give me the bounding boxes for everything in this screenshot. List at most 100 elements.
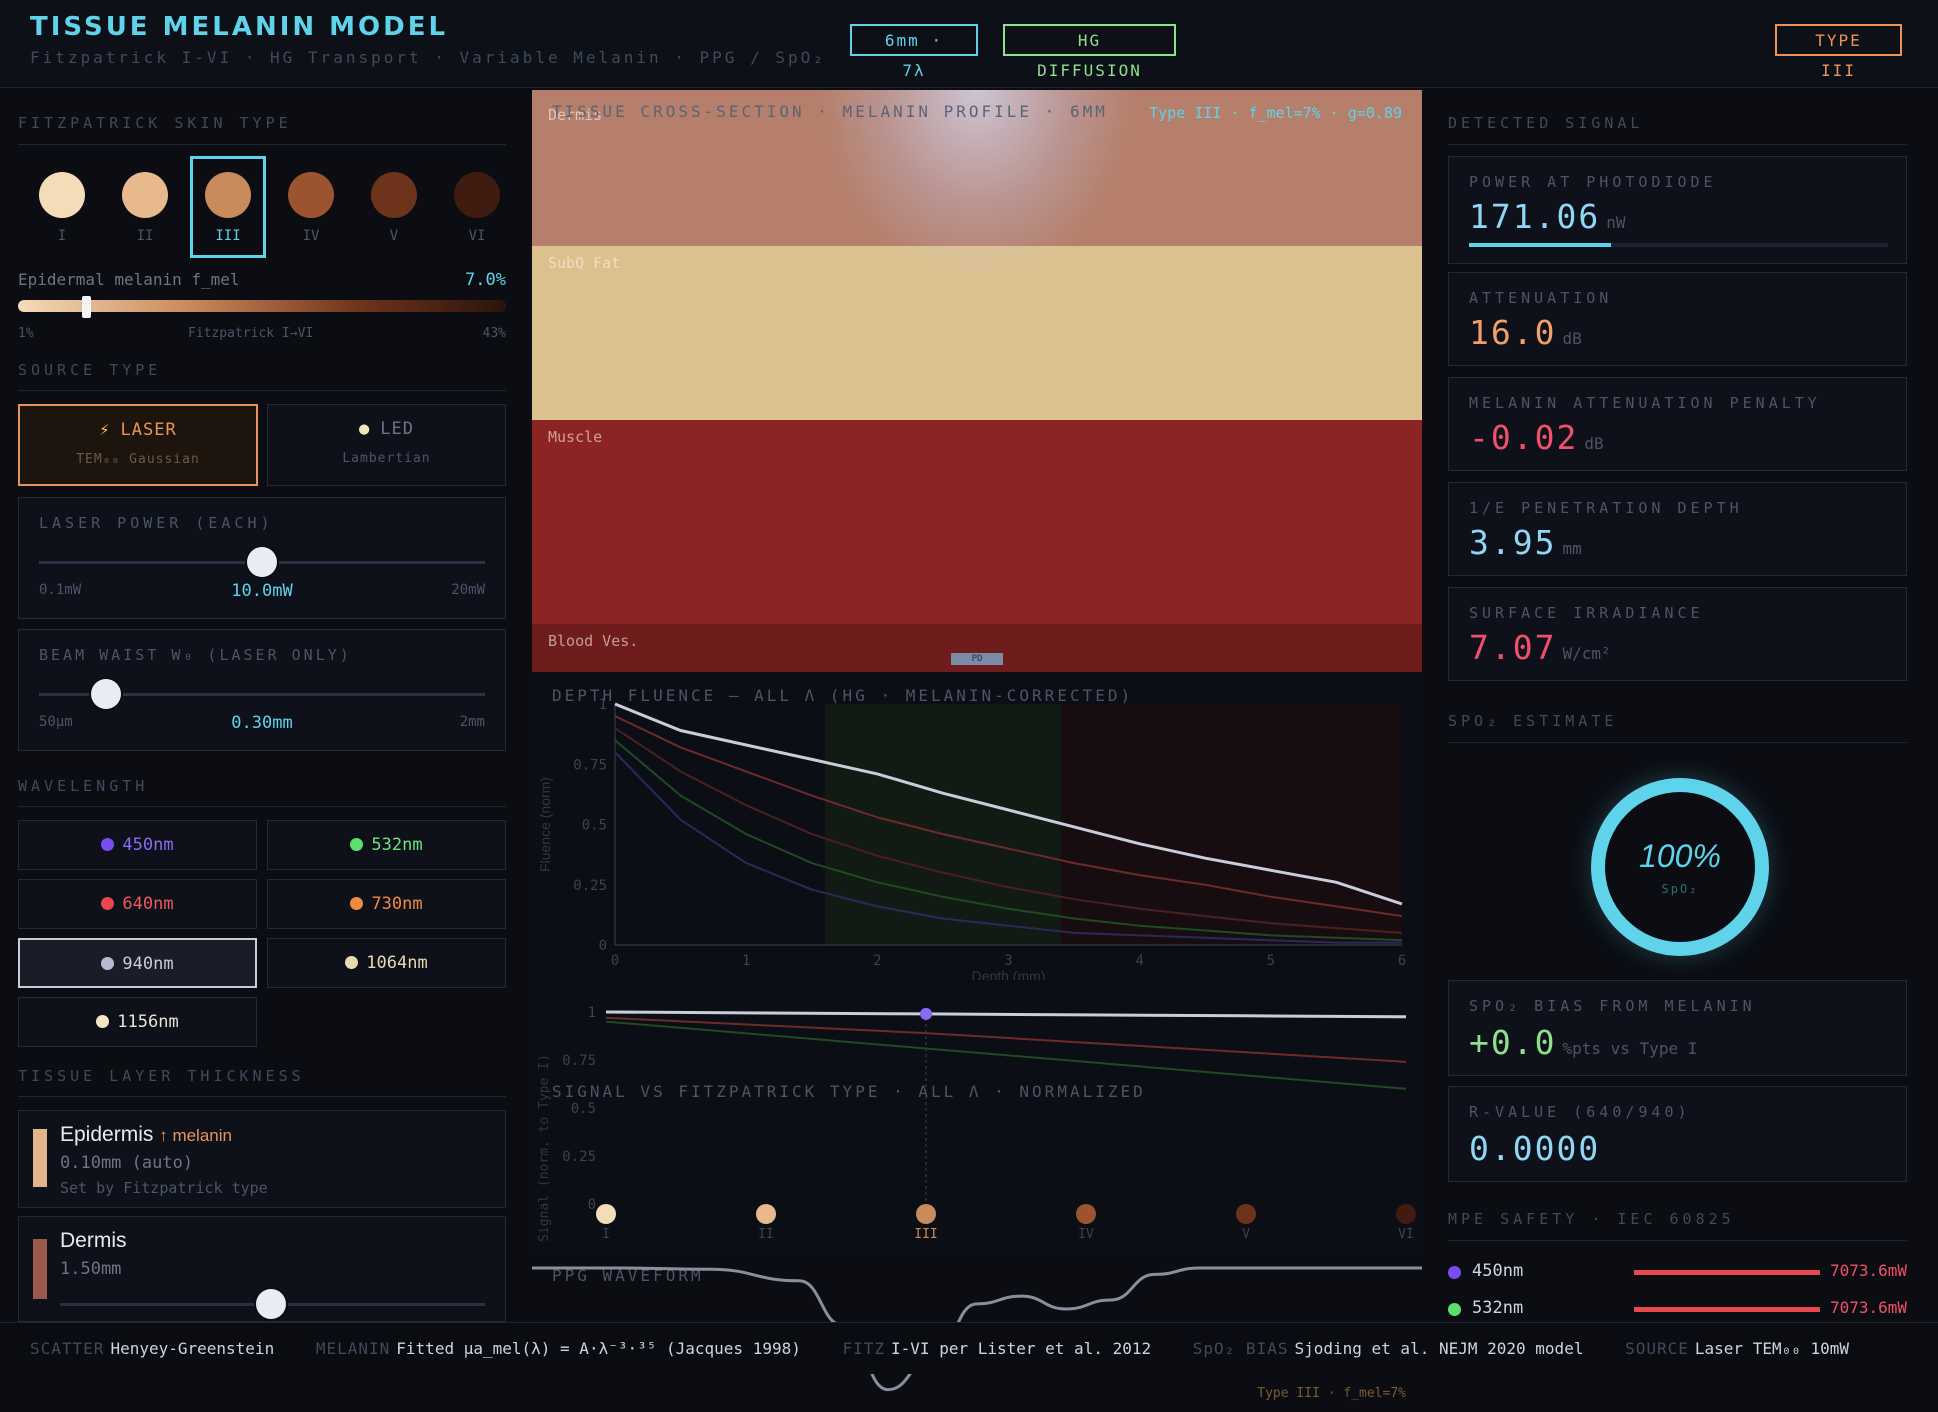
y-tick-label: 0.25: [562, 1149, 596, 1165]
type-label: IV: [1078, 1227, 1094, 1242]
epidermis-tag: ↑ melanin: [159, 1126, 232, 1145]
bias-title: SPO₂ BIAS FROM MELANIN: [1469, 997, 1756, 1015]
type-swatch-i[interactable]: [596, 1204, 616, 1224]
skin-swatch: [122, 172, 168, 218]
skin-type-i[interactable]: I: [24, 156, 100, 258]
tissue-layer-label: Blood Ves.: [548, 632, 639, 650]
divider: [1448, 1240, 1907, 1241]
y-tick-label: 0.5: [571, 1101, 596, 1117]
melanin-max: 43%: [482, 326, 506, 341]
epidermis-value: 0.10mm (auto): [60, 1153, 194, 1173]
model-badge[interactable]: HG DIFFUSION: [1003, 24, 1176, 80]
cross-section-title: TISSUE CROSS-SECTION · MELANIN PROFILE ·…: [552, 102, 1108, 121]
center-panel: EpidermisDermisSubQ FatMuscleBlood Ves. …: [532, 90, 1422, 1412]
divider: [18, 806, 506, 807]
type-badge[interactable]: TYPE III: [1775, 24, 1902, 80]
penetration-depth-card: 1/E PENETRATION DEPTH 3.95 mm: [1448, 482, 1907, 576]
wavelength-label: 450nm: [122, 835, 174, 855]
ppg-caption: Type III · f_mel=7%: [1257, 1386, 1406, 1401]
skin-type-vi[interactable]: VI: [439, 156, 515, 258]
dermis-swatch: [33, 1239, 47, 1299]
wavelength-450nm[interactable]: 450nm: [18, 820, 257, 870]
tissue-layer-label: Muscle: [548, 428, 603, 446]
fluence-chart: 1 0.75 0.5 0.25 00 1 2 3 4 5 6 Depth (mm) Fluence (n…: [537, 697, 1406, 980]
spo2-value: 100%: [1639, 838, 1721, 874]
y-tick-label: 0.75: [573, 757, 607, 773]
laser-source-button[interactable]: ⚡ LASER TEM₀₀ Gaussian: [18, 404, 258, 486]
divider: [1448, 742, 1907, 743]
wavelength-730nm[interactable]: 730nm: [267, 879, 506, 929]
mpe-row: 450nm 7073.6mW: [1448, 1258, 1907, 1288]
melanin-min: 1%: [18, 326, 34, 341]
led-sub: Lambertian: [342, 451, 431, 466]
wavelength-940nm[interactable]: 940nm: [18, 938, 257, 988]
spo2-section-title: SPO₂ ESTIMATE: [1448, 712, 1618, 730]
photodiode-marker: PD: [951, 653, 1003, 665]
spo2-sub: SpO₂: [1661, 882, 1699, 896]
spo2-gauge: 100% SpO₂: [1591, 778, 1769, 956]
skin-swatch: [454, 172, 500, 218]
type-swatch-iv[interactable]: [1076, 1204, 1096, 1224]
melanin-slider-track[interactable]: [18, 300, 506, 312]
beam-waist-card: BEAM WAIST W₀ (LASER ONLY) 50μm 0.30mm 2…: [18, 629, 506, 751]
bias-unit: %pts vs Type I: [1562, 1039, 1698, 1058]
r-value-card: R-VALUE (640/940) 0.0000: [1448, 1086, 1907, 1182]
laser-power-thumb[interactable]: [247, 547, 277, 577]
skin-type-label: V: [389, 228, 399, 244]
wavelength-color-dot: [101, 957, 115, 970]
depth-fluence-panel: DEPTH FLUENCE — ALL Λ (HG · MELANIN-CORR…: [532, 674, 1422, 980]
surface-irradiance-card: SURFACE IRRADIANCE 7.07 W/cm²: [1448, 587, 1907, 681]
wavelength-label: 730nm: [371, 894, 423, 914]
beam-waist-title: BEAM WAIST W₀ (LASER ONLY): [39, 646, 352, 664]
dermis-thumb[interactable]: [256, 1289, 286, 1319]
beam-waist-thumb[interactable]: [90, 679, 121, 709]
divider: [18, 390, 506, 391]
footer-scatter-key: SCATTER: [30, 1339, 105, 1358]
skin-type-v[interactable]: V: [356, 156, 432, 258]
skin-type-ii[interactable]: II: [107, 156, 183, 258]
type-swatch-v[interactable]: [1236, 1204, 1256, 1224]
y-tick-label: 1: [599, 697, 607, 713]
x-tick-label: 1: [742, 953, 750, 969]
tissue-cross-section: EpidermisDermisSubQ FatMuscleBlood Ves. …: [532, 90, 1422, 672]
x-tick-label: 5: [1267, 953, 1275, 969]
wavelength-532nm[interactable]: 532nm: [267, 820, 506, 870]
app-subtitle: Fitzpatrick I-VI · HG Transport · Variab…: [30, 48, 826, 67]
footer-melanin-value: Fitted μa_mel(λ) = A·λ⁻³·³⁵ (Jacques 199…: [396, 1339, 801, 1358]
melanin-label: Epidermal melanin f_mel: [18, 270, 240, 289]
wavelength-640nm[interactable]: 640nm: [18, 879, 257, 929]
attenuation-unit: dB: [1562, 329, 1582, 348]
size-badge[interactable]: 6mm · 7λ: [850, 24, 978, 80]
status-footer: SCATTER Henyey-Greenstein MELANIN Fitted μ…: [0, 1322, 1938, 1374]
melanin-slider-thumb[interactable]: [82, 296, 92, 318]
footer-bias-key: SpO₂ BIAS: [1192, 1339, 1289, 1358]
dermis-layer-card: Dermis 1.50mm: [18, 1216, 506, 1322]
type-swatch-ii[interactable]: [756, 1204, 776, 1224]
led-source-button[interactable]: ● LED Lambertian: [267, 404, 506, 486]
type-swatch-vi[interactable]: [1396, 1204, 1416, 1224]
mpe-value: 7073.6mW: [1829, 1298, 1907, 1317]
skin-type-label: VI: [468, 228, 486, 244]
y-tick-label: 0.5: [582, 818, 607, 834]
bulb-icon: ●: [359, 419, 371, 439]
dermis-value: 1.50mm: [60, 1259, 122, 1279]
power-stat-value: 171.06: [1469, 197, 1601, 236]
led-label: LED: [380, 419, 414, 439]
bias-value: +0.0: [1469, 1023, 1557, 1062]
irradiance-title: SURFACE IRRADIANCE: [1469, 604, 1704, 622]
footer-melanin-key: MELANIN: [315, 1339, 391, 1358]
penalty-unit: dB: [1584, 434, 1604, 453]
y-tick-label: 0: [599, 938, 607, 954]
laser-power-card: LASER POWER (EACH) 0.1mW 10.0mW 20mW: [18, 497, 506, 619]
y-tick-label: 0.25: [573, 878, 607, 894]
wavelength-1156nm[interactable]: 1156nm: [18, 997, 257, 1047]
type-label: I: [602, 1227, 610, 1242]
thickness-section-title: TISSUE LAYER THICKNESS: [18, 1067, 305, 1085]
wavelength-color-dot: [345, 956, 359, 969]
wavelength-label: 640nm: [122, 894, 174, 914]
skin-type-iv[interactable]: IV: [273, 156, 349, 258]
type-swatch-iii[interactable]: [916, 1204, 936, 1224]
wavelength-1064nm[interactable]: 1064nm: [267, 938, 506, 988]
power-stat-title: POWER AT PHOTODIODE: [1469, 173, 1717, 191]
skin-type-iii[interactable]: III: [190, 156, 266, 258]
